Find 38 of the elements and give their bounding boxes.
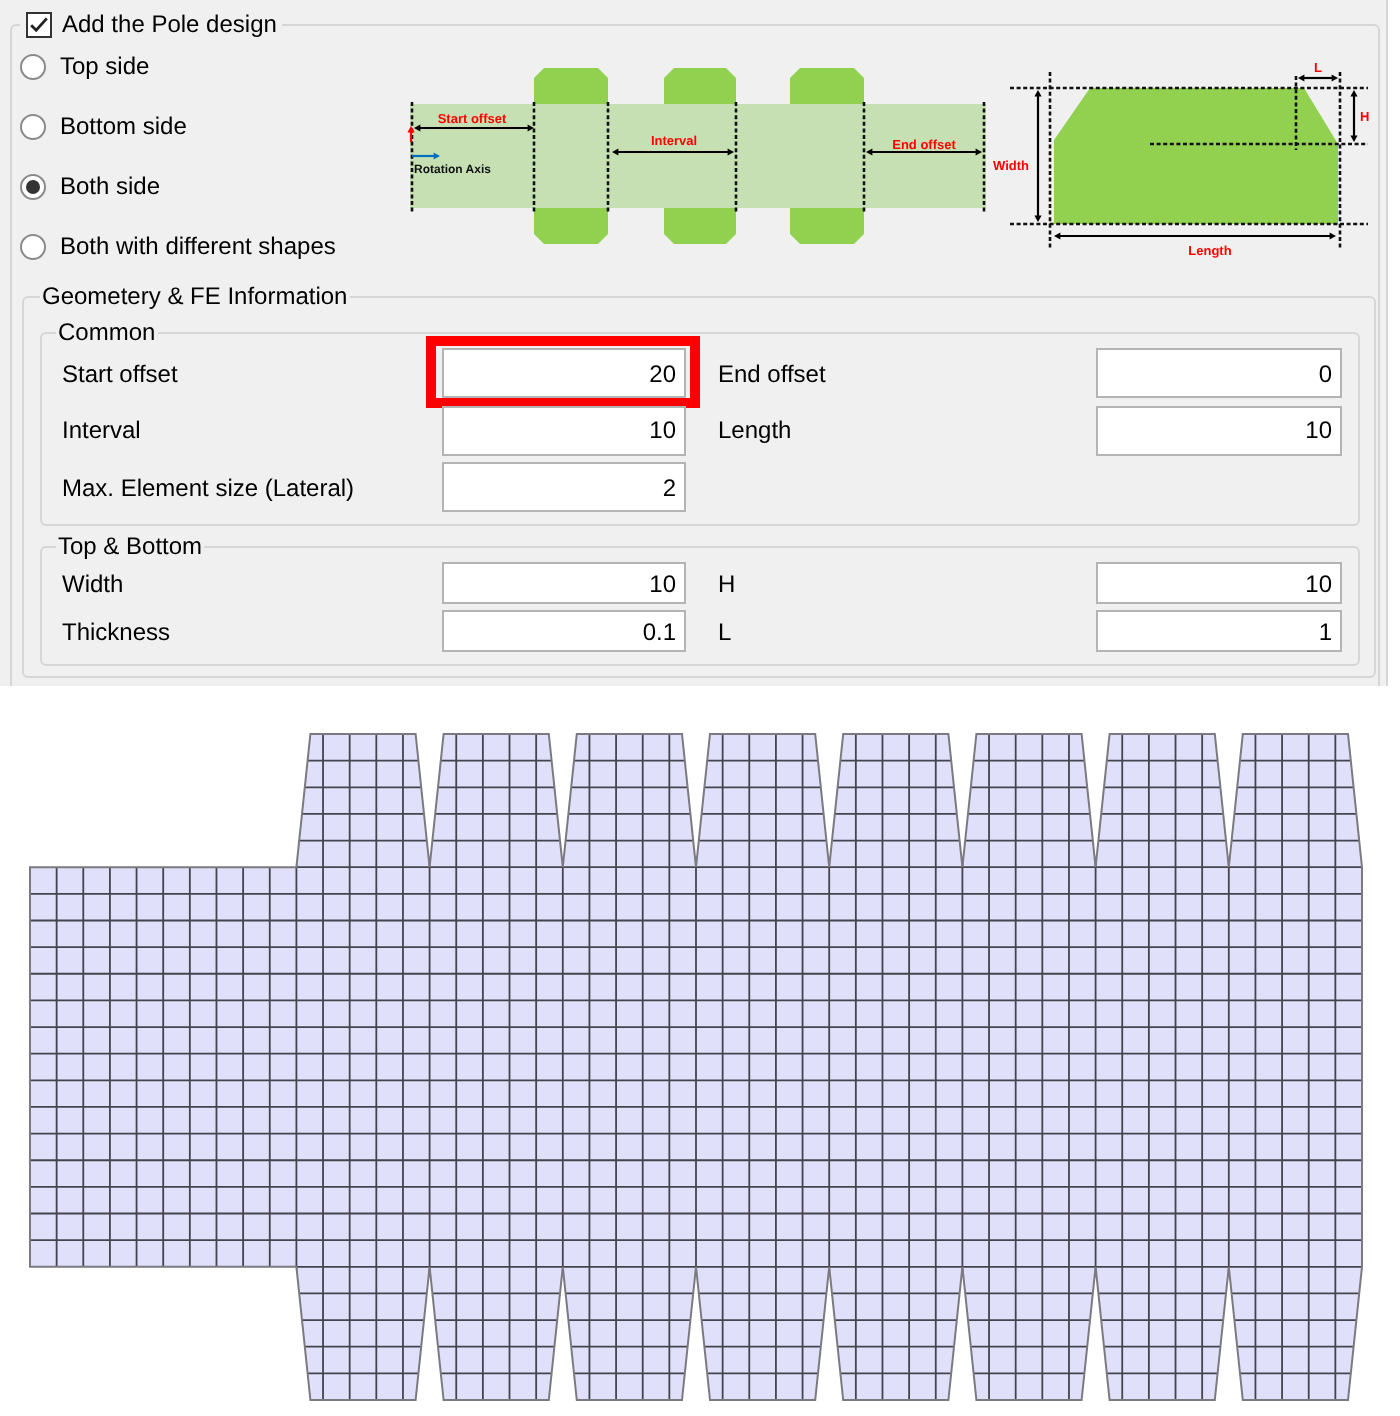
axis-icon <box>407 126 440 160</box>
number-field[interactable]: 10 <box>442 562 686 604</box>
radio-label[interactable]: Both side <box>60 172 161 200</box>
number-field[interactable]: 2 <box>442 462 686 512</box>
number-field[interactable]: 10 <box>1096 562 1342 604</box>
field-label: H <box>718 569 736 597</box>
field-label: Thickness <box>62 617 171 645</box>
radio-button[interactable] <box>20 173 46 199</box>
field-label: Width <box>62 569 124 597</box>
radio-label[interactable]: Top side <box>60 52 150 80</box>
dimension-arrow <box>1350 90 1358 142</box>
checkbox[interactable] <box>26 11 52 37</box>
checkbox-label[interactable]: Add the Pole design <box>62 8 277 40</box>
group-title: Common <box>56 316 158 348</box>
dimension-arrow <box>1298 74 1338 82</box>
radio-label[interactable]: Bottom side <box>60 112 187 140</box>
field-label: Length <box>718 416 792 444</box>
dimension-arrow <box>866 148 982 156</box>
number-field[interactable]: 20 <box>442 348 686 398</box>
radio-button[interactable] <box>20 53 46 79</box>
radio-label[interactable]: Both with different shapes <box>60 232 336 260</box>
field-label: Interval <box>62 416 141 444</box>
number-field[interactable]: 0 <box>1096 348 1342 398</box>
number-field[interactable]: 0.1 <box>442 610 686 652</box>
dimension-arrow <box>1034 90 1042 222</box>
field-label: Max. Element size (Lateral) <box>62 473 355 501</box>
radio-button[interactable] <box>20 233 46 259</box>
field-label: End offset <box>718 359 826 387</box>
number-field[interactable]: 10 <box>1096 405 1342 455</box>
group-title: Geometery & FE Information <box>40 280 350 312</box>
number-field[interactable]: 1 <box>1096 610 1342 652</box>
dimension-arrow <box>612 148 734 156</box>
group-title: Top & Bottom <box>56 530 205 562</box>
number-field[interactable]: 10 <box>442 405 686 455</box>
field-label: Start offset <box>62 359 178 387</box>
radio-button[interactable] <box>20 113 46 139</box>
field-label: L <box>718 617 732 645</box>
dimension-arrow <box>414 124 534 132</box>
